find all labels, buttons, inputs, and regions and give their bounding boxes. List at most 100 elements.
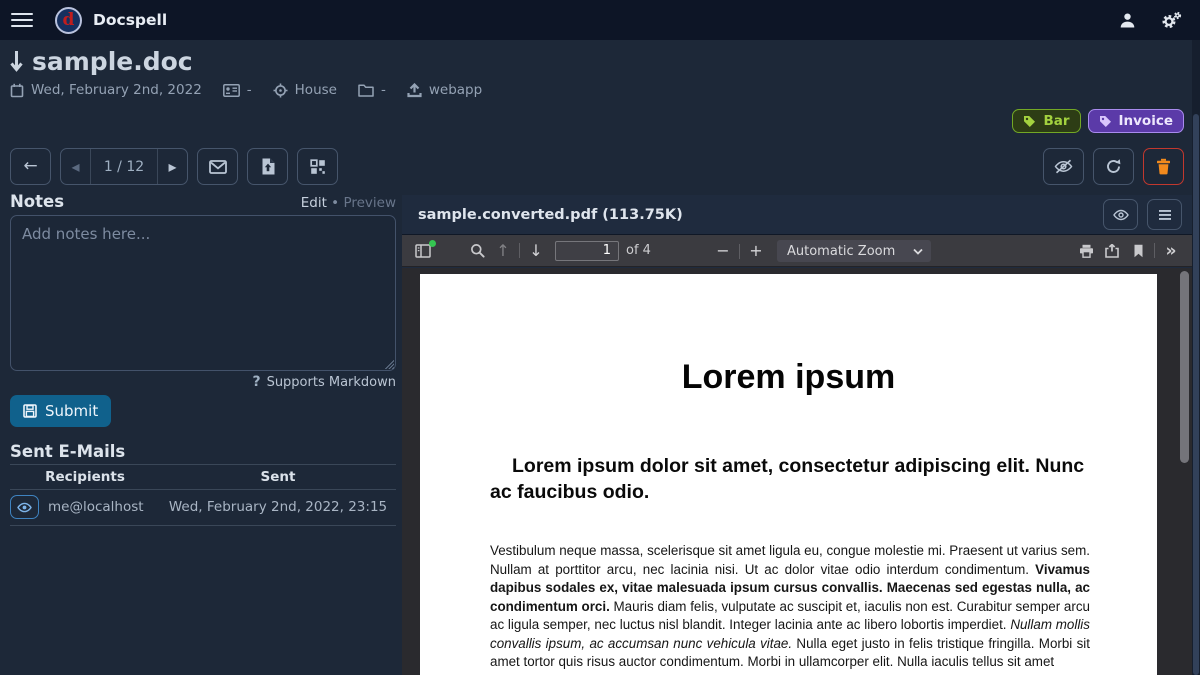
source-upload-icon bbox=[407, 83, 422, 98]
top-navbar: d Docspell bbox=[0, 0, 1200, 40]
arrow-left-icon: ← bbox=[23, 158, 37, 175]
eye-icon bbox=[17, 502, 32, 513]
notes-textarea[interactable] bbox=[10, 215, 396, 371]
preview-toggle-button[interactable] bbox=[1103, 199, 1138, 230]
download-icon bbox=[1104, 244, 1120, 258]
bars-icon bbox=[1158, 209, 1172, 221]
back-button[interactable]: ← bbox=[10, 148, 51, 185]
pdf-page-input[interactable] bbox=[555, 241, 619, 261]
navbar-actions bbox=[1119, 11, 1200, 29]
tag-invoice[interactable]: Invoice bbox=[1088, 109, 1185, 133]
pdf-zoom-out-button[interactable]: − bbox=[710, 239, 736, 263]
mail-sent-date: Wed, February 2nd, 2022, 23:15 bbox=[160, 499, 396, 515]
folder-icon bbox=[358, 84, 374, 97]
search-icon bbox=[470, 243, 485, 258]
pdf-sidebar-toggle-button[interactable] bbox=[410, 239, 436, 263]
zoom-select-value: Automatic Zoom bbox=[787, 244, 895, 259]
user-icon[interactable] bbox=[1119, 12, 1136, 29]
attachment-menu-button[interactable] bbox=[1147, 199, 1182, 230]
settings-icon[interactable] bbox=[1160, 11, 1182, 29]
sent-mails-heading: Sent E-Mails bbox=[10, 442, 125, 461]
item-date: Wed, February 2nd, 2022 bbox=[31, 82, 202, 98]
document-title: Lorem ipsum bbox=[420, 358, 1157, 397]
tag-icon bbox=[1099, 115, 1112, 128]
pdf-page-up-button[interactable]: ↑ bbox=[490, 239, 516, 263]
chevron-down-icon bbox=[913, 248, 923, 255]
download-arrow-icon bbox=[10, 49, 23, 74]
attachment-file-label: sample.converted.pdf (113.75K) bbox=[418, 207, 683, 223]
pdf-find-button[interactable] bbox=[464, 239, 490, 263]
table-header-row: Recipients Sent bbox=[10, 465, 396, 489]
refresh-button[interactable] bbox=[1093, 148, 1134, 185]
pdf-zoom-select[interactable]: Automatic Zoom bbox=[777, 240, 931, 262]
send-mail-button[interactable] bbox=[197, 148, 238, 185]
page-title: sample.doc bbox=[32, 47, 193, 76]
paragraph-text: Vestibulum neque massa, scelerisque sit … bbox=[490, 543, 1090, 577]
markdown-hint-text: Supports Markdown bbox=[267, 375, 396, 390]
toolbar-left: ← ◂ 1 / 12 ▸ bbox=[10, 148, 338, 185]
document-heading: Lorem ipsum dolor sit amet, consectetur … bbox=[490, 453, 1090, 505]
notes-heading: Notes bbox=[10, 192, 64, 211]
file-upload-icon bbox=[261, 158, 275, 175]
item-title-row: sample.doc bbox=[10, 47, 193, 76]
prev-attachment-button[interactable]: ◂ bbox=[61, 149, 91, 184]
document-paragraph: Vestibulum neque massa, scelerisque sit … bbox=[490, 542, 1090, 672]
pdf-more-tools-button[interactable]: » bbox=[1158, 239, 1184, 263]
pdf-page: Lorem ipsum Lorem ipsum dolor sit amet, … bbox=[420, 274, 1157, 675]
table-row: me@localhost Wed, February 2nd, 2022, 23… bbox=[10, 490, 396, 525]
page-scrollbar-thumb[interactable] bbox=[1193, 114, 1199, 675]
recipients-cell: me@localhost bbox=[10, 495, 160, 519]
pdf-bookmark-button[interactable] bbox=[1125, 239, 1151, 263]
pdf-scrollbar[interactable] bbox=[1179, 268, 1190, 675]
chevron-left-icon: ◂ bbox=[71, 157, 79, 176]
textarea-resize-handle[interactable] bbox=[383, 358, 394, 369]
page-scrollbar[interactable] bbox=[1192, 40, 1200, 675]
pdf-scrollbar-thumb[interactable] bbox=[1180, 271, 1189, 463]
arrow-up-icon: ↑ bbox=[496, 243, 509, 259]
notification-dot bbox=[429, 240, 436, 247]
double-chevron-icon: » bbox=[1166, 241, 1177, 261]
sent-mails-table: Recipients Sent me@localhost Wed, Februa… bbox=[10, 464, 396, 526]
delete-button[interactable] bbox=[1143, 148, 1184, 185]
dot-separator: • bbox=[331, 195, 339, 211]
submit-label: Submit bbox=[45, 402, 98, 420]
add-file-button[interactable] bbox=[247, 148, 288, 185]
pdf-zoom-in-button[interactable]: + bbox=[743, 239, 769, 263]
column-header-sent: Sent bbox=[160, 469, 396, 485]
print-icon bbox=[1079, 244, 1094, 258]
divider bbox=[1154, 243, 1155, 258]
attachment-header-buttons bbox=[1103, 199, 1192, 230]
submit-button[interactable]: Submit bbox=[10, 395, 111, 427]
view-mail-button[interactable] bbox=[10, 495, 39, 519]
notes-edit-link[interactable]: Edit bbox=[301, 195, 327, 211]
sidebar-icon bbox=[415, 244, 431, 258]
bookmark-icon bbox=[1133, 244, 1144, 258]
mail-recipients: me@localhost bbox=[48, 499, 144, 515]
eye-slash-icon bbox=[1054, 159, 1073, 174]
docspell-logo[interactable]: d bbox=[55, 7, 82, 34]
tag-icon bbox=[1023, 115, 1036, 128]
unconfirm-button[interactable] bbox=[1043, 148, 1084, 185]
correspondent-icon bbox=[223, 84, 240, 97]
minus-icon: − bbox=[716, 243, 729, 259]
arrow-down-icon: ↓ bbox=[529, 243, 542, 259]
item-concerning: House bbox=[295, 82, 337, 98]
save-icon bbox=[23, 404, 37, 418]
tag-bar[interactable]: Bar bbox=[1012, 109, 1080, 133]
pdf-print-button[interactable] bbox=[1073, 239, 1099, 263]
pdf-zoom-controls: − + Automatic Zoom bbox=[710, 235, 931, 267]
grid-icon bbox=[310, 159, 326, 175]
attachment-page-indicator: 1 / 12 bbox=[91, 149, 157, 184]
item-source: webapp bbox=[429, 82, 482, 98]
select-view-button[interactable] bbox=[297, 148, 338, 185]
notes-preview-link[interactable]: Preview bbox=[343, 195, 396, 211]
item-correspondent: - bbox=[247, 82, 252, 98]
item-folder: - bbox=[381, 82, 386, 98]
pdf-download-button[interactable] bbox=[1099, 239, 1125, 263]
pdf-page-down-button[interactable]: ↓ bbox=[523, 239, 549, 263]
next-attachment-button[interactable]: ▸ bbox=[157, 149, 187, 184]
item-meta-row: Wed, February 2nd, 2022 - House - webapp bbox=[10, 82, 482, 98]
menu-icon[interactable] bbox=[11, 9, 33, 31]
divider bbox=[10, 525, 396, 526]
concerning-icon bbox=[273, 83, 288, 98]
